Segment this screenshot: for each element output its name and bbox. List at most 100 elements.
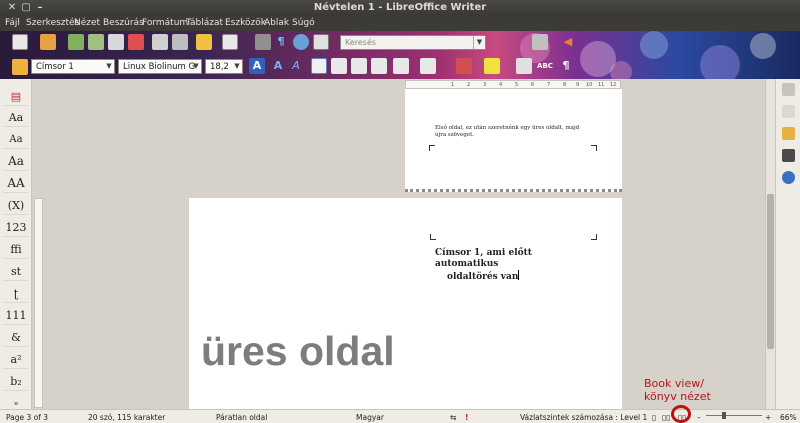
style-item[interactable]: Aa (3, 108, 29, 127)
style-item[interactable]: Aa (3, 152, 29, 171)
navigator-sidebar-icon[interactable] (782, 171, 795, 184)
style-item[interactable]: & (3, 328, 29, 347)
justify-icon[interactable] (371, 58, 387, 74)
vertical-scrollbar[interactable] (765, 79, 775, 409)
styles-sidebar-icon[interactable] (782, 127, 795, 140)
ruler-number: 11 (598, 82, 605, 88)
spellcheck-icon[interactable]: ABC (537, 58, 553, 74)
outline-level[interactable]: Vázlatszintek számozása : Level 1 (520, 413, 647, 422)
zoom-icon[interactable] (313, 34, 329, 50)
menu-window[interactable]: Ablak (264, 18, 289, 28)
print-icon[interactable] (152, 34, 168, 50)
font-color-icon[interactable] (456, 58, 472, 74)
gallery-icon[interactable] (293, 34, 309, 50)
style-item[interactable]: b₂ (3, 372, 29, 391)
print-preview-icon[interactable] (172, 34, 188, 50)
style-item[interactable]: AA (3, 174, 29, 193)
new-document-icon[interactable] (12, 34, 28, 50)
page-1[interactable]: Első oldal, ez után szeretnénk egy üres … (405, 89, 622, 192)
menu-table[interactable]: Táblázat (186, 18, 223, 28)
chevron-down-icon[interactable]: ▼ (104, 60, 114, 73)
edit-file-icon[interactable] (108, 34, 124, 50)
paragraph-mark-icon[interactable]: ¶ (558, 58, 574, 74)
open-folder-icon[interactable] (40, 34, 56, 50)
style-item[interactable]: ʈ (3, 284, 29, 303)
clone-formatting-icon[interactable] (196, 34, 212, 50)
style-item[interactable]: a² (3, 350, 29, 369)
export-pdf-icon[interactable] (128, 34, 144, 50)
background-color-icon[interactable] (516, 58, 532, 74)
numbering-icon[interactable] (393, 58, 409, 74)
signature-icon[interactable]: ! (465, 413, 468, 422)
style-item[interactable]: st (3, 262, 29, 281)
zoom-slider-handle[interactable] (722, 412, 726, 419)
find-next-icon[interactable] (532, 34, 548, 50)
menu-insert[interactable]: Beszúrás (103, 18, 144, 28)
gallery-sidebar-icon[interactable] (782, 149, 795, 162)
annotation-line-2: könyv nézet (644, 390, 711, 403)
menu-edit[interactable]: Szerkesztés (26, 18, 79, 28)
font-outline-icon[interactable]: A (288, 58, 304, 74)
chevron-down-icon[interactable]: ▼ (232, 60, 242, 73)
zoom-out-icon[interactable]: – (697, 413, 701, 422)
panel-document-icon[interactable]: ▤ (3, 87, 29, 106)
menu-file[interactable]: Fájl (5, 18, 20, 28)
page-3[interactable]: Címsor 1, ami előtt automatikus oldaltör… (189, 198, 622, 410)
zoom-slider[interactable] (706, 415, 762, 416)
menu-format[interactable]: Formátum (142, 18, 188, 28)
font-size-value: 18,2 (210, 62, 229, 72)
font-size-select[interactable]: 18,2 ▼ (205, 59, 243, 74)
formatting-marks-icon[interactable]: ¶ (273, 34, 289, 50)
bokeh-decoration (750, 33, 776, 59)
style-item[interactable]: Aa (3, 130, 29, 149)
style-item[interactable]: (X) (3, 196, 29, 215)
ruler-number: 12 (610, 82, 617, 88)
menu-tools[interactable]: Eszközök (225, 18, 266, 28)
language[interactable]: Magyar (356, 413, 384, 422)
annotation-line-1: Book view/ (644, 377, 704, 390)
insert-mode-icon[interactable]: ⇆ (450, 413, 456, 422)
menu-view[interactable]: Nézet (74, 18, 100, 28)
zoom-level[interactable]: 66% (780, 413, 797, 422)
word-count[interactable]: 20 szó, 115 karakter (88, 413, 165, 422)
style-item[interactable]: ffi (3, 240, 29, 259)
align-right-icon[interactable] (351, 58, 367, 74)
font-name-select[interactable]: Linux Biolinum G ▼ (118, 59, 202, 74)
scrollbar-thumb[interactable] (767, 194, 774, 349)
style-item[interactable]: 111 (3, 306, 29, 325)
vertical-ruler[interactable] (34, 198, 43, 408)
page-count[interactable]: Page 3 of 3 (6, 413, 48, 422)
horizontal-ruler[interactable]: 1 2 3 4 5 6 7 8 9 10 11 12 (405, 80, 621, 89)
email-icon[interactable] (88, 34, 104, 50)
multi-page-view-icon[interactable]: ▯▯ (662, 413, 670, 422)
page-icon[interactable] (782, 105, 795, 118)
ruler-number: 8 (563, 82, 567, 88)
styles-icon[interactable] (12, 59, 28, 75)
table-icon[interactable] (222, 34, 238, 50)
fontwork-icon[interactable]: A (249, 58, 265, 74)
paragraph-style-value: Címsor 1 (36, 62, 74, 72)
navigator-icon[interactable] (255, 34, 271, 50)
crop-mark (430, 234, 436, 240)
paragraph-style-select[interactable]: Címsor 1 ▼ (31, 59, 115, 74)
align-center-icon[interactable] (331, 58, 347, 74)
font-shadow-icon[interactable]: A (270, 58, 286, 74)
arrow-left-icon[interactable]: ◀ (560, 34, 576, 50)
zoom-in-icon[interactable]: + (765, 413, 771, 422)
chevron-down-icon[interactable]: ▼ (473, 36, 485, 49)
properties-icon[interactable] (782, 83, 795, 96)
heading-1[interactable]: Címsor 1, ami előtt automatikus oldaltör… (435, 248, 595, 283)
style-item[interactable]: 123 (3, 218, 29, 237)
menu-help[interactable]: Súgó (292, 18, 315, 28)
page-style[interactable]: Páratlan oldal (216, 413, 267, 422)
align-left-icon[interactable] (311, 58, 327, 74)
highlight-icon[interactable] (484, 58, 500, 74)
bokeh-decoration (640, 31, 668, 59)
single-page-view-icon[interactable]: ▯ (652, 413, 656, 422)
chevron-down-icon[interactable]: ▼ (191, 60, 201, 73)
ruler-number: 6 (531, 82, 535, 88)
save-icon[interactable] (68, 34, 84, 50)
search-input[interactable]: Keresés ▼ (340, 35, 486, 50)
bullets-icon[interactable] (420, 58, 436, 74)
page1-paragraph[interactable]: Első oldal, ez után szeretnénk egy üres … (435, 125, 585, 139)
